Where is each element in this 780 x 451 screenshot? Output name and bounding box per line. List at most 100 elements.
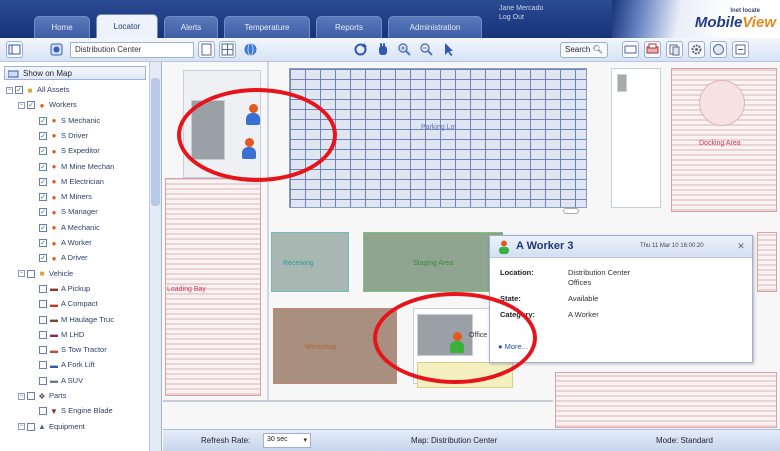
tree-item[interactable]: ✓ ● A Worker xyxy=(30,235,92,250)
tree-checkbox[interactable]: ✓ xyxy=(39,131,47,140)
tree-expander-icon[interactable]: − xyxy=(18,270,25,278)
tree-checkbox[interactable] xyxy=(39,330,47,339)
tree-item[interactable]: ▬ M Haulage Truc xyxy=(30,312,114,327)
tree-checkbox[interactable] xyxy=(39,284,47,293)
tree-item[interactable]: ▬ A Pickup xyxy=(30,281,90,296)
copy-button[interactable] xyxy=(666,41,683,58)
page-button[interactable] xyxy=(198,41,215,58)
layout-button[interactable] xyxy=(622,41,639,58)
tree-item[interactable]: ✓ ● S Mechanic xyxy=(30,113,100,128)
tree-checkbox[interactable]: ✓ xyxy=(39,116,47,125)
tree-item[interactable]: ✓ ● S Manager xyxy=(30,204,98,219)
tree-checkbox[interactable]: ✓ xyxy=(39,223,47,232)
tree-checkbox[interactable]: ✓ xyxy=(39,193,47,202)
tree-checkbox[interactable] xyxy=(27,422,35,431)
tab-home[interactable]: Home xyxy=(34,16,90,38)
tree-item[interactable]: − ❖ Parts xyxy=(18,388,67,403)
hand-icon xyxy=(379,43,387,55)
tree-checkbox[interactable]: ✓ xyxy=(39,162,47,171)
close-icon[interactable]: ✕ xyxy=(736,241,746,251)
globe-icon xyxy=(244,43,257,56)
tree-checkbox[interactable]: ✓ xyxy=(15,86,23,95)
tree-checkbox[interactable]: ✓ xyxy=(39,239,47,248)
tab-temperature[interactable]: Temperature xyxy=(224,16,310,38)
tree-expander-icon[interactable]: − xyxy=(18,101,25,109)
tree-checkbox[interactable] xyxy=(39,376,47,385)
facility-map[interactable]: Parking Lot Docking Area Loading Bay Rec… xyxy=(163,62,780,429)
tab-alerts[interactable]: Alerts xyxy=(164,16,218,38)
tree-item[interactable]: ✓ ● M Electrician xyxy=(30,174,104,189)
tree-checkbox[interactable] xyxy=(39,300,47,309)
search-button[interactable]: Search 🔍︎ xyxy=(560,42,608,58)
tractor-icon: ▬ xyxy=(50,345,58,355)
tree-item[interactable]: ▬ A Fork Lift xyxy=(30,357,95,372)
tree-item[interactable]: ▬ S Tow Tractor xyxy=(30,342,107,357)
settings-button[interactable] xyxy=(688,41,705,58)
logout-link[interactable]: Log Out xyxy=(499,13,609,22)
tree-item[interactable]: ▬ M LHD xyxy=(30,327,84,342)
tree-item[interactable]: ✓ ● A Driver xyxy=(30,250,88,265)
status-bar: Refresh Rate: 30 sec ▾ Map: Distribution… xyxy=(163,429,780,451)
highlight-circle xyxy=(373,292,537,384)
tree-item[interactable]: − ■ Vehicle xyxy=(18,266,73,281)
tree-checkbox[interactable] xyxy=(39,361,47,370)
yard-east[interactable] xyxy=(757,232,777,292)
print-button[interactable] xyxy=(644,41,661,58)
refresh-rate-select[interactable]: 30 sec ▾ xyxy=(263,433,311,448)
toggle-panel-button[interactable] xyxy=(6,41,23,58)
map-status: Map: Distribution Center xyxy=(411,436,497,445)
tree-item-label: M Miners xyxy=(61,192,92,202)
tree-item[interactable]: ▬ A SUV xyxy=(30,373,83,388)
tree-item[interactable]: − ✓ ■ All Assets xyxy=(6,82,70,97)
globe-button[interactable] xyxy=(242,41,259,58)
location-select[interactable]: Distribution Center xyxy=(70,42,194,58)
tree-item[interactable]: ✓ ● A Mechanic xyxy=(30,220,100,235)
location-picker-icon[interactable] xyxy=(48,41,65,58)
yard-south[interactable] xyxy=(555,372,777,428)
tree-item[interactable]: ✓ ● M Miners xyxy=(30,189,92,204)
popup-location-value: Distribution Center Offices xyxy=(568,268,630,288)
select-pointer-button[interactable] xyxy=(440,41,457,58)
zoom-out-button[interactable] xyxy=(418,41,435,58)
mode-status: Mode: Standard xyxy=(656,436,713,445)
tree-checkbox[interactable]: ✓ xyxy=(39,177,47,186)
pan-button[interactable] xyxy=(374,41,391,58)
popup-location-line: Distribution Center xyxy=(568,268,631,277)
tree-checkbox[interactable] xyxy=(39,315,47,324)
tree-checkbox[interactable] xyxy=(39,407,47,416)
tree-expander-icon[interactable]: − xyxy=(6,86,13,94)
tree-item[interactable]: − ✓ ● Workers xyxy=(18,97,77,112)
tree-checkbox[interactable]: ✓ xyxy=(39,254,47,263)
tree-checkbox[interactable]: ✓ xyxy=(39,147,47,156)
tab-reports[interactable]: Reports xyxy=(316,16,382,38)
tree-item[interactable]: ✓ ● S Expeditor xyxy=(30,143,100,158)
export-button[interactable] xyxy=(732,41,749,58)
tab-locator[interactable]: Locator xyxy=(96,14,158,39)
tree-item[interactable]: − ▲ Equipment xyxy=(18,419,85,434)
tree-item[interactable]: ✓ ● S Driver xyxy=(30,128,88,143)
worker-popup-icon xyxy=(498,240,510,256)
scrollbar-thumb[interactable] xyxy=(151,78,160,206)
tree-checkbox[interactable] xyxy=(27,392,35,401)
tree-checkbox[interactable] xyxy=(39,346,47,355)
zoom-in-icon xyxy=(398,43,411,56)
tree-item[interactable]: ▼ S Engine Blade xyxy=(30,403,113,418)
search-icon: 🔍︎ xyxy=(592,45,603,54)
grid-button[interactable] xyxy=(219,41,236,58)
tab-administration[interactable]: Administration xyxy=(388,16,482,38)
tree-checkbox[interactable] xyxy=(27,269,35,278)
tree-scrollbar[interactable] xyxy=(149,62,161,451)
show-on-map-header[interactable]: Show on Map xyxy=(4,66,146,80)
zone-label-staging-area: Staging Area xyxy=(413,260,454,267)
layers-icon xyxy=(7,70,19,78)
refresh-map-button[interactable] xyxy=(352,41,369,58)
help-button[interactable] xyxy=(710,41,727,58)
tree-expander-icon[interactable]: − xyxy=(18,423,25,431)
tree-checkbox[interactable]: ✓ xyxy=(27,101,35,110)
tree-item[interactable]: ✓ ● M Mine Mechan xyxy=(30,159,114,174)
export-icon xyxy=(735,44,746,55)
tree-expander-icon[interactable]: − xyxy=(18,392,25,400)
tree-checkbox[interactable]: ✓ xyxy=(39,208,47,217)
zoom-in-button[interactable] xyxy=(396,41,413,58)
tree-item[interactable]: ▬ A Compact xyxy=(30,296,98,311)
